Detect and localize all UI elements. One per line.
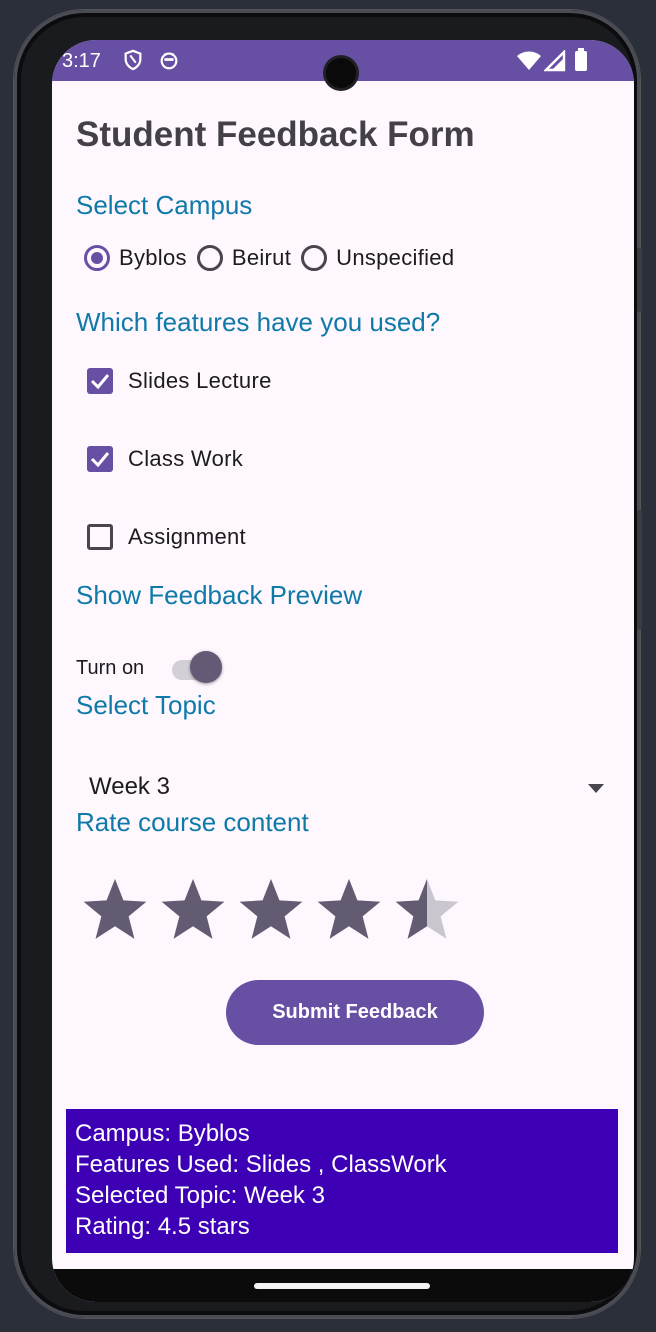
checkbox-slides-lecture[interactable]: Slides Lecture [87,368,272,394]
checkbox-checked-icon [87,368,113,394]
navigation-bar [52,1269,634,1302]
radio-label: Unspecified [336,245,455,270]
star-icon[interactable] [392,877,462,947]
status-bar: 3:17 [52,40,634,88]
campus-radio-byblos[interactable]: Byblos [84,245,187,271]
star-icon[interactable] [158,877,228,947]
checkbox-class-work[interactable]: Class Work [87,446,243,472]
switch-label: Turn on [76,657,145,679]
topic-heading: Select Topic [76,690,216,720]
features-heading: Which features have you used? [76,307,441,337]
star-icon[interactable] [80,877,150,947]
checkbox-unchecked-icon [87,524,113,550]
radio-unselected-icon [196,245,223,271]
radio-unselected-icon [301,245,328,271]
rating-bar[interactable] [80,877,470,947]
volume-button [637,510,642,630]
campus-radio-unspecified[interactable]: Unspecified [301,245,454,271]
feedback-form: Student Feedback Form Select Campus Bybl… [52,81,634,1269]
dropdown-value: Week 3 [89,773,170,800]
checkbox-checked-icon [87,446,113,472]
campus-radio-group: Byblos Beirut Unspecified [84,245,464,271]
preview-toggle-heading: Show Feedback Preview [76,580,363,610]
shield-icon [122,49,144,76]
star-icon[interactable] [314,877,384,947]
campus-radio-beirut[interactable]: Beirut [196,245,292,271]
page-title: Student Feedback Form [76,115,475,154]
switch-thumb [190,651,222,683]
preview-rating: Rating: 4.5 stars [75,1213,250,1240]
battery-icon [574,48,588,77]
android-debug-icon [158,49,180,76]
wifi-icon [516,50,542,77]
power-button [637,248,642,312]
dropdown-arrow-icon [588,784,604,793]
submit-feedback-button[interactable]: Submit Feedback [226,980,484,1045]
radio-selected-icon [84,245,110,271]
preview-topic: Selected Topic: Week 3 [75,1182,325,1209]
status-time: 3:17 [62,50,101,72]
radio-label: Beirut [231,245,292,270]
home-gesture-handle[interactable] [254,1283,430,1289]
checkbox-assignment[interactable]: Assignment [87,524,246,550]
star-icon[interactable] [236,877,306,947]
checkbox-label: Class Work [128,446,244,471]
checkbox-label: Assignment [128,524,246,549]
checkbox-label: Slides Lecture [128,368,272,393]
phone-frame: 3:17 Student Feedback Form Select Campus [14,10,642,1318]
topic-dropdown[interactable]: Week 3 [76,767,606,811]
campus-heading: Select Campus [76,190,253,220]
cell-signal-icon [543,49,566,77]
rating-heading: Rate course content [76,807,309,837]
preview-features: Features Used: Slides , ClassWork [75,1151,447,1178]
preview-toggle-switch[interactable] [170,649,226,689]
preview-campus: Campus: Byblos [75,1120,250,1147]
phone-screen: 3:17 Student Feedback Form Select Campus [52,40,634,1302]
radio-label: Byblos [119,245,187,270]
feedback-preview: Campus: Byblos Features Used: Slides , C… [66,1109,618,1253]
